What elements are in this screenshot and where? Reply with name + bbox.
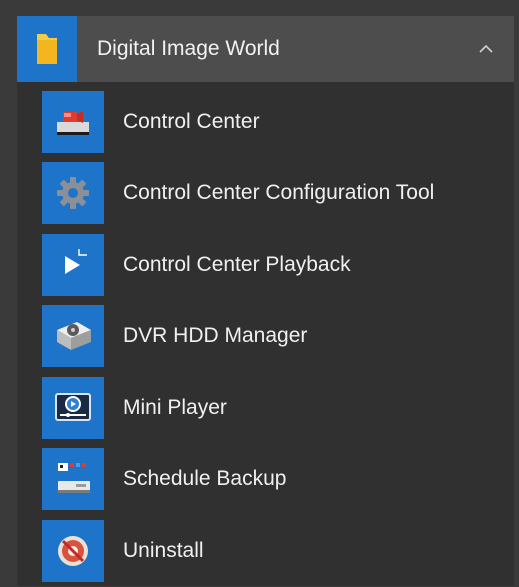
item-label: Schedule Backup	[123, 467, 287, 491]
backup-icon	[42, 448, 104, 511]
camera-monitor-icon	[42, 90, 104, 153]
item-label: Uninstall	[123, 538, 204, 562]
folder-icon	[17, 16, 77, 82]
menu-item-control-center[interactable]: Control Center	[42, 86, 514, 158]
uninstall-icon	[42, 519, 104, 582]
menu-item-mini-player[interactable]: Mini Player	[42, 372, 514, 444]
group-items: Control Center Control Center Configurat…	[42, 86, 514, 587]
menu-item-control-center-playback[interactable]: Control Center Playback	[42, 229, 514, 301]
hard-drive-icon	[42, 305, 104, 368]
start-menu-group: Digital Image World Control Center Contr…	[17, 16, 514, 586]
item-label: DVR HDD Manager	[123, 324, 308, 348]
play-icon	[42, 233, 104, 296]
item-label: Mini Player	[123, 395, 227, 419]
menu-item-configuration-tool[interactable]: Control Center Configuration Tool	[42, 158, 514, 230]
chevron-up-icon[interactable]	[466, 16, 506, 82]
media-player-icon	[42, 376, 104, 439]
item-label: Control Center Configuration Tool	[123, 181, 435, 205]
start-menu-frame: Digital Image World Control Center Contr…	[0, 0, 519, 586]
menu-item-schedule-backup[interactable]: Schedule Backup	[42, 444, 514, 516]
group-header-digital-image-world[interactable]: Digital Image World	[17, 16, 514, 82]
item-label: Control Center	[123, 109, 260, 133]
gear-icon	[42, 162, 104, 225]
menu-item-uninstall[interactable]: Uninstall	[42, 515, 514, 587]
menu-item-dvr-hdd-manager[interactable]: DVR HDD Manager	[42, 301, 514, 373]
group-title: Digital Image World	[97, 37, 280, 60]
item-label: Control Center Playback	[123, 252, 351, 276]
